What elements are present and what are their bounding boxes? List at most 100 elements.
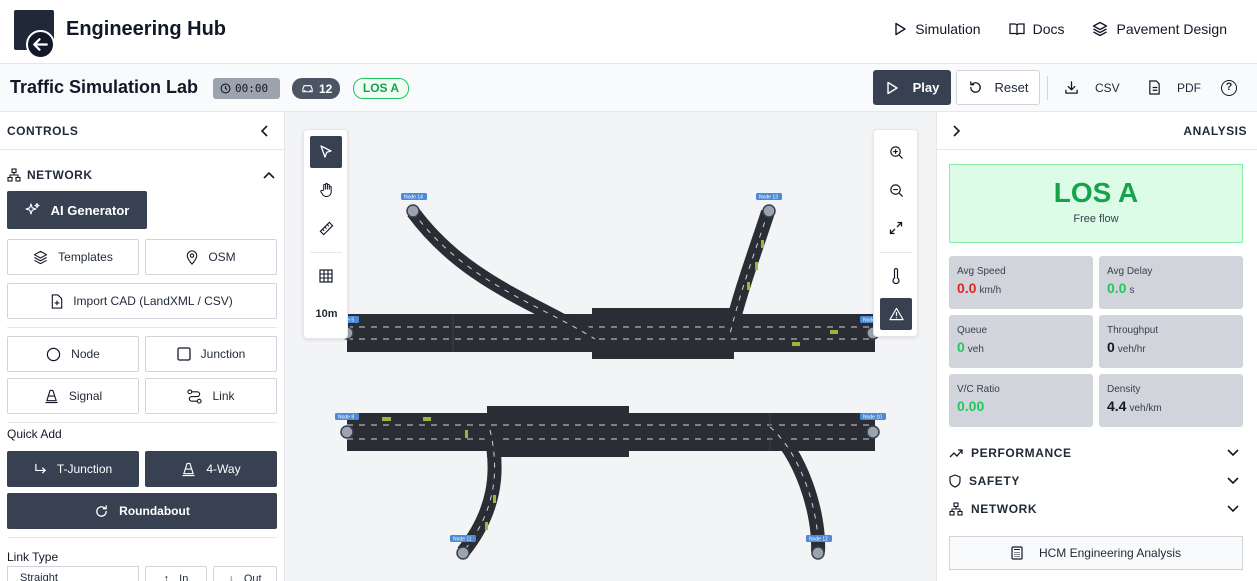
analysis-title: ANALYSIS [1183, 123, 1247, 138]
nav-pavement-design[interactable]: Pavement Design [1092, 21, 1227, 37]
arrow-up-icon: ↑ [163, 573, 170, 581]
signal-label: Signal [68, 389, 103, 403]
node-14[interactable] [406, 204, 420, 218]
trending-up-icon [949, 449, 963, 458]
four-way-button[interactable]: 4-Way [145, 451, 277, 487]
car-icon [302, 85, 313, 93]
top-bar: Engineering Hub Simulation Docs Pavement… [0, 0, 1257, 64]
metric-value: 0 [1107, 339, 1115, 355]
metric-unit: veh/km [1129, 403, 1162, 414]
section-performance[interactable]: PERFORMANCE [949, 446, 1239, 460]
templates-label: Templates [58, 250, 113, 264]
cursor-icon [320, 145, 332, 158]
reset-button[interactable]: Reset [956, 70, 1040, 105]
signal-button[interactable]: Signal [7, 378, 139, 414]
in-button[interactable]: ↑ In [145, 566, 207, 581]
t-junction-button[interactable]: T-Junction [7, 451, 139, 487]
help-icon[interactable]: ? [1221, 80, 1237, 96]
node-8-label: Node 8 [338, 415, 354, 421]
back-button[interactable] [26, 30, 55, 59]
download-icon [1065, 81, 1078, 94]
chevron-right-icon[interactable] [951, 124, 961, 137]
ruler-icon [319, 221, 333, 235]
vehicle [485, 522, 488, 530]
roundabout-button[interactable]: Roundabout [7, 493, 277, 529]
node-12-label: Node 12 [809, 537, 828, 543]
zoom-out-button[interactable] [880, 174, 912, 206]
node-8[interactable] [340, 425, 354, 439]
metric-unit: veh [967, 344, 984, 355]
junction-bottom[interactable] [487, 406, 629, 457]
node-10[interactable] [866, 425, 880, 439]
metric-throughput: Throughput 0 veh/hr [1099, 315, 1243, 368]
play-button[interactable]: Play [873, 70, 951, 105]
network-title: NETWORK [27, 168, 93, 182]
alert-triangle-icon [888, 307, 904, 321]
traffic-cone-icon [45, 389, 58, 403]
heatmap-toggle[interactable] [880, 260, 912, 292]
pan-tool[interactable] [310, 174, 342, 206]
node-11-label: Node 11 [453, 537, 472, 543]
view-palette [873, 129, 918, 337]
nav-docs[interactable]: Docs [1008, 21, 1064, 37]
out-button[interactable]: ↓ Out [213, 566, 277, 581]
metric-value: 0.0 [1107, 280, 1127, 296]
select-tool[interactable] [310, 136, 342, 168]
node-14-label: Node 14 [404, 195, 423, 201]
chevron-left-icon[interactable] [260, 124, 270, 137]
metric-queue: Queue 0 veh [949, 315, 1093, 368]
arrow-left-icon [33, 38, 48, 51]
palette-divider [880, 252, 912, 253]
play-label: Play [912, 80, 940, 95]
node-button[interactable]: Node [7, 336, 139, 372]
network-section-header[interactable]: NETWORK [7, 168, 275, 182]
node-12[interactable] [811, 546, 825, 560]
sim-toolbar: Traffic Simulation Lab 00:00 12 LOS A Pl… [0, 64, 1257, 112]
roundabout-label: Roundabout [119, 504, 190, 518]
section-safety[interactable]: SAFETY [949, 474, 1239, 488]
network-canvas[interactable]: Node 14 Node 13 Node 5 Node 6 Node 8 Nod… [285, 112, 936, 581]
grid-tool[interactable] [310, 260, 342, 292]
circle-icon [46, 347, 61, 361]
play-icon [895, 22, 906, 36]
nav-simulation[interactable]: Simulation [893, 21, 981, 37]
refresh-icon [96, 504, 108, 517]
thermometer-icon [892, 268, 900, 284]
out-label: Out [243, 573, 262, 581]
section-network[interactable]: NETWORK [949, 502, 1239, 516]
metric-label: Queue [957, 325, 988, 336]
arrow-down-icon: ↓ [228, 573, 234, 581]
node-11[interactable] [456, 546, 470, 560]
export-csv-button[interactable]: CSV [1064, 80, 1120, 95]
file-text-icon [1149, 80, 1160, 95]
vehicle [747, 282, 750, 290]
node-13[interactable] [762, 204, 776, 218]
fit-view-button[interactable] [880, 212, 912, 244]
node-10-label: Node 10 [863, 415, 882, 421]
hcm-analysis-button[interactable]: HCM Engineering Analysis [949, 536, 1243, 570]
metric-value: 0.00 [957, 398, 985, 414]
link-label: Link [212, 389, 235, 403]
vehicle-count-value: 12 [319, 81, 333, 96]
conflict-toggle[interactable] [880, 298, 912, 330]
zoom-in-button[interactable] [880, 136, 912, 168]
csv-label: CSV [1095, 80, 1120, 95]
square-icon [176, 347, 191, 361]
link-type-select[interactable]: Straight [7, 566, 139, 581]
export-pdf-button[interactable]: PDF [1148, 80, 1201, 95]
rotate-ccw-icon [969, 81, 981, 93]
link-button[interactable]: Link [145, 378, 277, 414]
import-cad-button[interactable]: Import CAD (LandXML / CSV) [7, 283, 277, 319]
junction-label: Junction [200, 347, 246, 361]
los-description: Free flow [1073, 213, 1119, 225]
osm-button[interactable]: OSM [145, 239, 277, 275]
divider [7, 422, 277, 423]
measure-tool[interactable] [310, 212, 342, 244]
toolbar-divider [1047, 76, 1048, 100]
play-icon [886, 81, 898, 94]
junction-top[interactable] [592, 308, 734, 359]
ai-generator-button[interactable]: AI Generator [7, 191, 147, 229]
templates-button[interactable]: Templates [7, 239, 139, 275]
traffic-cone-icon [182, 462, 195, 476]
junction-button[interactable]: Junction [145, 336, 277, 372]
